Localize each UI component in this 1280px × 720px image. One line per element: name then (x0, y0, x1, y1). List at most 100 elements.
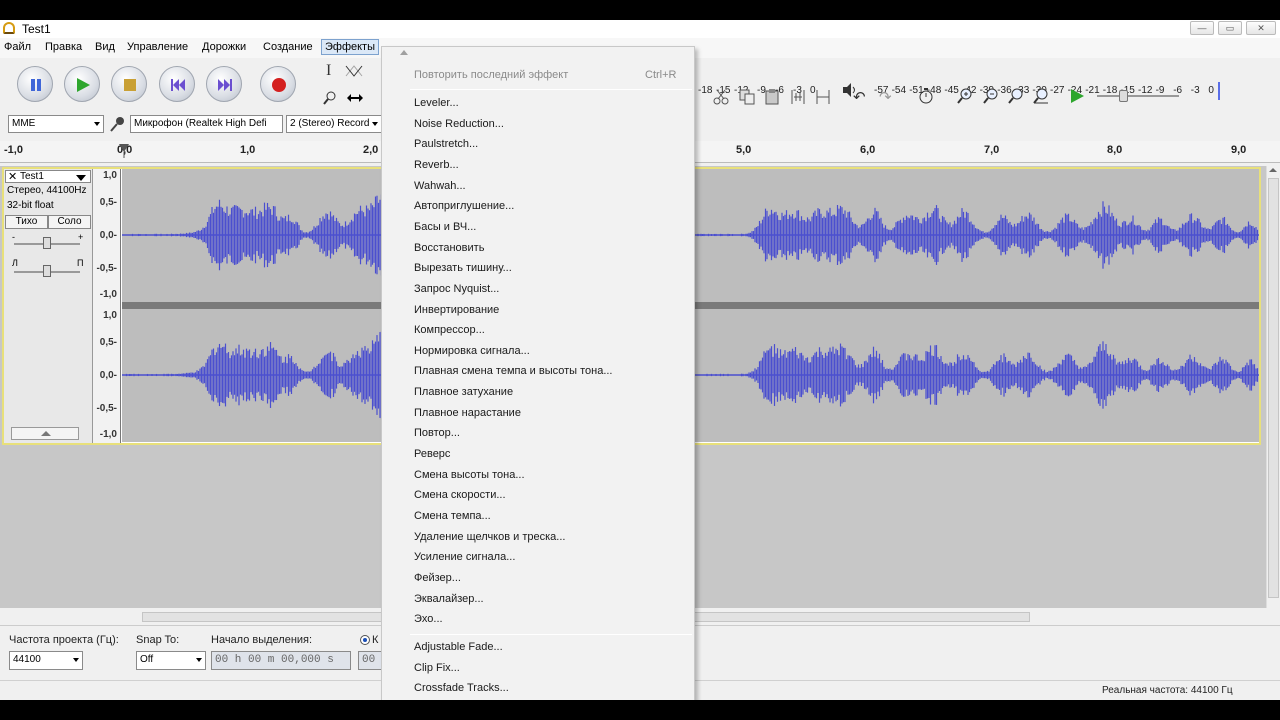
effects-dropdown-menu[interactable]: Повторить последний эффект Ctrl+R Levele… (381, 46, 695, 700)
stop-button[interactable] (111, 66, 147, 102)
menu-item-effect[interactable]: Басы и ВЧ... (414, 221, 476, 233)
fit-selection-icon[interactable] (1007, 87, 1025, 105)
close-window-button[interactable]: ✕ (1246, 21, 1276, 35)
menu-edit[interactable]: Правка (45, 41, 82, 53)
menu-item-effect[interactable]: Reverb... (414, 159, 459, 171)
chevron-down-icon (73, 658, 79, 662)
menu-item-plugin-effect[interactable]: Crossfade Tracks... (414, 682, 509, 694)
menu-item-effect[interactable]: Восстановить (414, 242, 484, 254)
audio-host-value: MME (12, 118, 36, 129)
maximize-button[interactable]: ▭ (1218, 21, 1242, 35)
menu-item-effect[interactable]: Реверс (414, 448, 450, 460)
menu-item-effect[interactable]: Paulstretch... (414, 138, 478, 150)
cut-icon[interactable] (712, 88, 730, 106)
menu-item-effect[interactable]: Плавная смена темпа и высоты тона... (414, 365, 613, 377)
input-channels-select[interactable]: 2 (Stereo) Record (286, 115, 382, 133)
skip-to-start-button[interactable] (159, 66, 195, 102)
menu-item-effect[interactable]: Запрос Nyquist... (414, 283, 499, 295)
vertical-scroll-thumb[interactable] (1268, 178, 1279, 598)
menu-item-effect[interactable]: Удаление щелчков и треска... (414, 531, 565, 543)
menu-item-effect[interactable]: Фейзер... (414, 572, 461, 584)
window-title: Test1 (22, 22, 51, 36)
pan-left-label: Л (12, 258, 18, 268)
envelope-tool-icon[interactable] (344, 63, 364, 79)
solo-button[interactable]: Соло (48, 215, 91, 229)
menu-view[interactable]: Вид (95, 41, 115, 53)
input-device-select[interactable]: Микрофон (Realtek High Defi (130, 115, 283, 133)
record-button[interactable] (260, 66, 296, 102)
menu-item-effect[interactable]: Усиление сигнала... (414, 551, 515, 563)
menu-transport[interactable]: Управление (127, 41, 188, 53)
play-icon (65, 67, 101, 103)
silence-icon[interactable] (814, 88, 832, 106)
menu-item-effect[interactable]: Leveler... (414, 97, 459, 109)
collapse-track-button[interactable] (11, 427, 79, 440)
end-radio-button[interactable] (360, 635, 370, 645)
menu-item-effect[interactable]: Повтор... (414, 427, 460, 439)
track-name-menu[interactable]: ✕ Test1 (5, 170, 91, 183)
menu-item-effect[interactable]: Вырезать тишину... (414, 262, 512, 274)
selection-start-field[interactable]: 00 h 00 m 00,000 s (211, 651, 351, 670)
menu-item-effect[interactable]: Смена скорости... (414, 489, 506, 501)
track-menu-chevron-icon (76, 175, 86, 181)
menu-item-effect[interactable]: Плавное затухание (414, 386, 513, 398)
menu-item-effect[interactable]: Эхо... (414, 613, 443, 625)
redo-icon[interactable]: ↷ (879, 88, 892, 106)
menu-item-effect[interactable]: Wahwah... (414, 180, 466, 192)
play-button[interactable] (64, 66, 100, 102)
fit-project-icon[interactable] (1032, 87, 1050, 105)
menu-effects[interactable]: Эффекты (321, 39, 380, 55)
menu-item-effect[interactable]: Нормировка сигнала... (414, 345, 530, 357)
meter-tick: -54 (891, 85, 907, 96)
timeshift-tool-icon[interactable] (346, 91, 364, 105)
trim-icon[interactable] (789, 88, 807, 106)
selection-tool-icon[interactable]: I (326, 62, 331, 80)
mute-button[interactable]: Тихо (5, 215, 48, 229)
undo-icon[interactable]: ↶ (853, 88, 866, 106)
menu-item-plugin-effect[interactable]: Adjustable Fade... (414, 641, 503, 653)
menu-tracks[interactable]: Дорожки (202, 41, 246, 53)
menu-item-effect[interactable]: Инвертирование (414, 304, 499, 316)
menu-scroll-up-icon[interactable] (400, 50, 408, 55)
menu-file[interactable]: Файл (4, 41, 31, 53)
menu-item-effect[interactable]: Компрессор... (414, 324, 485, 336)
vertical-scrollbar[interactable] (1266, 166, 1280, 608)
selection-end-field[interactable]: 00 (358, 651, 382, 670)
scroll-up-icon[interactable] (1269, 168, 1277, 172)
scale-label: 0,5- (99, 337, 117, 348)
snap-to-select[interactable]: Off (136, 651, 206, 670)
menu-item-effect[interactable]: Эквалайзер... (414, 593, 484, 605)
menu-item-repeat-last-effect[interactable]: Повторить последний эффект (414, 69, 568, 81)
gain-minus-label: - (12, 232, 15, 242)
chevron-down-icon (372, 122, 378, 126)
minimize-button[interactable]: — (1190, 21, 1214, 35)
scale-label: -1,0 (99, 289, 117, 300)
menu-item-effect[interactable]: Автоприглушение... (414, 200, 514, 212)
menu-item-effect[interactable]: Плавное нарастание (414, 407, 521, 419)
menu-item-effect[interactable]: Noise Reduction... (414, 118, 504, 130)
menu-generate[interactable]: Создание (263, 41, 313, 53)
track-close-button[interactable]: ✕ (8, 170, 17, 183)
play-at-speed-icon[interactable] (1069, 88, 1085, 104)
pause-button[interactable] (17, 66, 53, 102)
gain-slider-thumb[interactable] (43, 237, 51, 249)
paste-icon[interactable] (763, 88, 781, 106)
pan-slider-thumb[interactable] (43, 265, 51, 277)
menu-item-plugin-effect[interactable]: Clip Fix... (414, 662, 460, 674)
chevron-down-icon (94, 122, 100, 126)
play-speed-slider[interactable] (1097, 95, 1179, 97)
zoom-tool-icon[interactable] (322, 90, 338, 106)
menu-item-effect[interactable]: Смена высоты тона... (414, 469, 525, 481)
project-rate-label: Частота проекта (Гц): (9, 634, 119, 646)
sync-lock-icon[interactable] (917, 87, 935, 105)
copy-icon[interactable] (738, 88, 756, 106)
skip-to-end-button[interactable] (206, 66, 242, 102)
snap-to-label: Snap To: (136, 634, 180, 646)
menu-item-effect[interactable]: Смена темпа... (414, 510, 491, 522)
zoom-in-icon[interactable] (956, 87, 974, 105)
audio-host-select[interactable]: MME (8, 115, 104, 133)
play-speed-thumb[interactable] (1119, 90, 1128, 102)
input-device-value: Микрофон (Realtek High Defi (134, 118, 267, 129)
project-rate-select[interactable]: 44100 (9, 651, 83, 670)
zoom-out-icon[interactable] (982, 87, 1000, 105)
